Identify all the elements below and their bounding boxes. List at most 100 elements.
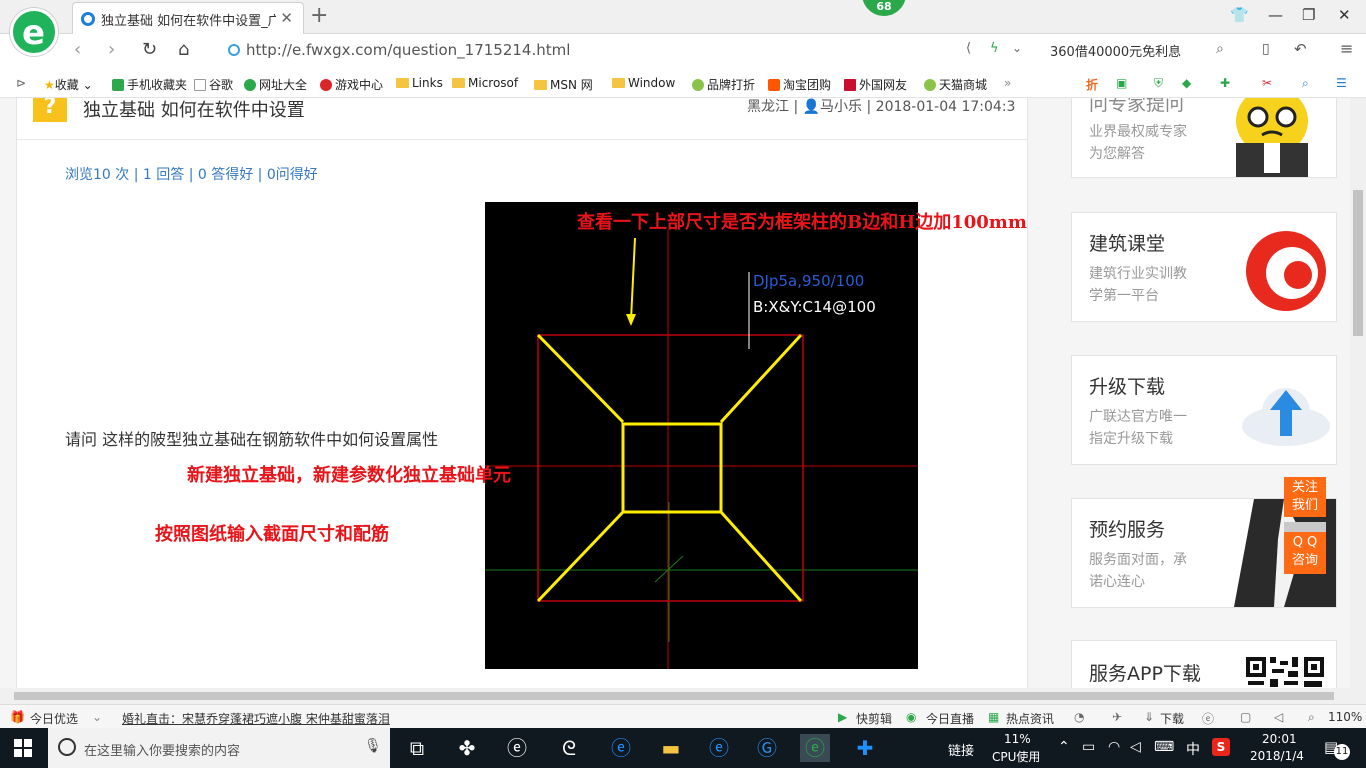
sidebar-card-expert[interactable]: 问专家提问 业界最权威专家 为您解答 [1071, 98, 1337, 178]
fan-app-icon[interactable]: ✤ [452, 734, 482, 762]
zoom-level[interactable]: 110% [1328, 710, 1362, 724]
new-tab-button[interactable]: + [310, 3, 328, 28]
shield-icon[interactable]: ⛨ [1154, 76, 1163, 91]
bookmark-foreign[interactable]: 外国网友 [844, 76, 907, 93]
bookmark-windows[interactable]: Window [612, 76, 675, 90]
horizontal-scrollbar[interactable] [0, 688, 1350, 704]
undo-icon[interactable]: ↶ [1294, 40, 1307, 58]
windows-taskbar: 在这里输入你要搜索的内容 🎙 ⧉ ✤ ⓔ ᘓ ⓔ ▬ ⓔ Ⓖ ⓔ ✚ 链接 11… [0, 728, 1366, 768]
ie-mode-icon[interactable]: ⓔ [1202, 710, 1214, 727]
bookmark-brand-discount[interactable]: 品牌打折 [692, 76, 755, 93]
url-field[interactable]: http://e.fwxgx.com/question_1715214.html [228, 41, 570, 59]
taskbar-search-box[interactable]: 在这里输入你要搜索的内容 🎙 [48, 728, 390, 768]
sogou-ime-icon[interactable]: S [1212, 738, 1230, 756]
glodon-app-icon[interactable]: Ⓖ [752, 734, 782, 762]
pin-icon[interactable]: ✈ [1112, 710, 1122, 724]
lightning-icon[interactable]: ϟ [990, 41, 999, 56]
microphone-icon[interactable]: 🎙 [364, 738, 382, 754]
security-icon[interactable]: ◆ [1182, 76, 1191, 90]
discount-icon[interactable]: 折 [1086, 76, 1098, 93]
link-label[interactable]: 链接 [948, 740, 974, 759]
quickclip-link[interactable]: 快剪辑 [856, 710, 892, 727]
bookmark-links[interactable]: Links [396, 76, 443, 90]
volume-icon[interactable]: ◁ [1274, 710, 1283, 724]
bookmark-google[interactable]: 谷歌 [194, 76, 233, 93]
search-tool-icon[interactable]: ⌕ [1302, 76, 1309, 91]
mobile-icon[interactable]: ▯ [1262, 41, 1270, 57]
bookmark-mobile[interactable]: 手机收藏夹 [112, 76, 187, 93]
live-link[interactable]: 今日直播 [926, 710, 974, 727]
bookmark-msn[interactable]: MSN 网 [534, 76, 593, 93]
hot-news-link[interactable]: 热点资讯 [1006, 710, 1054, 727]
more-bookmarks-icon[interactable]: » [1004, 76, 1011, 90]
menu-icon[interactable]: ≡ [1340, 39, 1353, 58]
today-picks[interactable]: 今日优选 [30, 710, 78, 727]
question-stats[interactable]: 浏览10 次 | 1 回答 | 0 答得好 | 0问得好 [65, 164, 318, 184]
browser-tab[interactable]: 独立基础 如何在软件中设置_广联 ✕ [72, 2, 304, 34]
bookmark-taobao[interactable]: 淘宝团购 [768, 76, 831, 93]
windows-start-icon[interactable] [14, 739, 32, 757]
annotation-top-note: 查看一下上部尺寸是否为框架柱的B边和H边加100mm [577, 212, 1027, 233]
battery-icon[interactable]: ▭ [1082, 739, 1095, 755]
task-view-icon[interactable]: ⧉ [402, 734, 432, 762]
qq-consult-button[interactable]: Q Q 咨询 [1284, 532, 1326, 574]
card-subtitle: 建筑行业实训教 [1089, 266, 1187, 282]
spiral-app-icon[interactable]: ᘓ [554, 734, 584, 762]
close-window-button[interactable]: ✕ [1338, 6, 1351, 24]
notification-badge[interactable]: 68 [862, 0, 906, 16]
vertical-scrollbar[interactable] [1350, 98, 1366, 704]
column-top-rect [621, 422, 723, 514]
follow-us-button[interactable]: 关注 我们 [1284, 477, 1326, 517]
bookmark-sites[interactable]: 网址大全 [244, 76, 307, 93]
share-icon[interactable]: ⟨ [966, 41, 971, 56]
minimize-button[interactable]: — [1268, 6, 1283, 24]
restore-button[interactable]: ❐ [1302, 6, 1315, 24]
book-icon[interactable]: ▣ [1116, 76, 1127, 90]
file-explorer-icon[interactable]: ▬ [656, 734, 686, 762]
chevron-down-icon[interactable]: ⌄ [92, 710, 102, 724]
browser-logo-icon[interactable]: e [10, 8, 58, 56]
clock-date[interactable]: 2018/1/4 [1250, 749, 1304, 763]
sidebar-card-upgrade[interactable]: 升级下载 广联达官方唯一 指定升级下载 [1071, 355, 1337, 465]
clock-time[interactable]: 20:01 [1262, 732, 1297, 746]
horizontal-scroll-thumb[interactable] [14, 692, 1334, 700]
vertical-scroll-thumb[interactable] [1353, 190, 1363, 336]
tray-expand-icon[interactable]: ⌃ [1058, 739, 1070, 755]
bookmark-games[interactable]: 游戏中心 [320, 76, 383, 93]
window-icon[interactable]: ▢ [1240, 710, 1251, 724]
bookmark-tmall[interactable]: 天猫商城 [924, 76, 987, 93]
back-icon[interactable]: ‹ [74, 39, 81, 60]
list-icon[interactable]: ☰ [1336, 76, 1347, 90]
sidebar-toggle-icon[interactable]: ⊳ [16, 76, 26, 90]
keyboard-icon[interactable]: ⌨ [1154, 739, 1174, 755]
bookmark-microsoft[interactable]: Microsof [452, 76, 518, 90]
browser-360-icon[interactable]: ⓔ [800, 734, 830, 762]
speed-icon[interactable]: ◔ [1074, 710, 1084, 724]
internet-explorer-icon[interactable]: ⓔ [704, 734, 734, 762]
forward-icon[interactable]: › [108, 39, 115, 60]
chevron-down-icon[interactable]: ⌄ [1012, 41, 1022, 55]
browser-statusbar: 🎁 今日优选 ⌄ 婚礼直击：宋慧乔穿蓬裙巧遮小腹 宋仲基甜蜜落泪 ▶ 快剪辑 ◉… [0, 704, 1366, 728]
speaker-icon[interactable]: ◁ [1130, 739, 1141, 755]
sidebar-card-classroom[interactable]: 建筑课堂 建筑行业实训教 学第一平台 [1071, 212, 1337, 322]
news-ticker-link[interactable]: 婚礼直击：宋慧乔穿蓬裙巧遮小腹 宋仲基甜蜜落泪 [122, 710, 390, 727]
search-box-text[interactable]: 360借40000元免利息 [1050, 41, 1181, 60]
star-icon: ★ [44, 78, 55, 92]
refresh-icon[interactable]: ↻ [142, 39, 157, 60]
search-icon[interactable]: ⌕ [1216, 41, 1224, 57]
ime-indicator[interactable]: 中 [1186, 739, 1200, 759]
wifi-icon[interactable]: ◠ [1108, 739, 1120, 755]
skin-icon[interactable]: 👕 [1230, 6, 1249, 24]
home-icon[interactable]: ⌂ [178, 39, 189, 60]
ie-app-icon[interactable]: ⓔ [502, 734, 532, 762]
sidebar-card-app-download[interactable]: 服务APP下载 [1071, 640, 1337, 688]
edge-icon[interactable]: ⓔ [606, 734, 636, 762]
plus-app-icon[interactable]: ✚ [850, 734, 880, 762]
tab-close-icon[interactable]: ✕ [280, 9, 293, 27]
qq-label: Q Q [1292, 535, 1318, 550]
notification-count: 11 [1334, 744, 1350, 760]
extension-icon[interactable]: ✚ [1220, 76, 1230, 90]
bookmark-favorites[interactable]: ★收藏 ⌄ [44, 76, 93, 93]
download-link[interactable]: 下载 [1160, 710, 1184, 727]
scissors-icon[interactable]: ✂ [1262, 76, 1272, 90]
